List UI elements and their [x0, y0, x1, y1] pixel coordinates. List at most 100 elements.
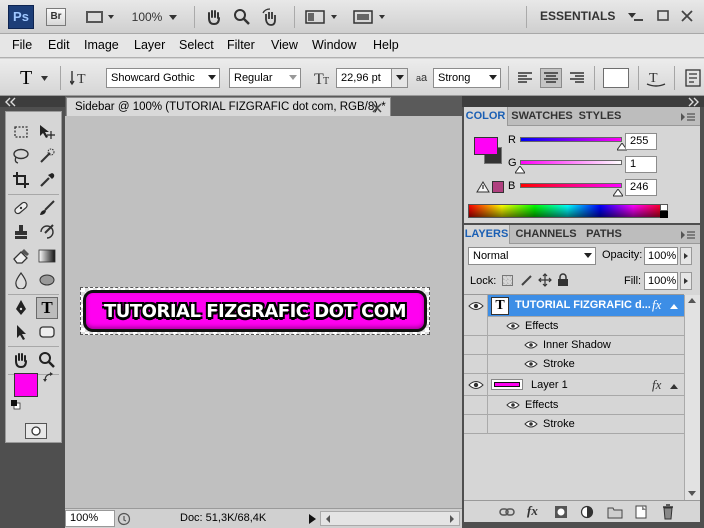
screen-mode-button[interactable] — [352, 7, 388, 27]
new-layer-icon[interactable] — [634, 505, 648, 519]
status-info-icon[interactable] — [117, 512, 131, 526]
eye-icon[interactable] — [524, 340, 538, 350]
pen-tool[interactable] — [10, 298, 32, 318]
clone-stamp-tool[interactable] — [10, 222, 32, 242]
text-color-swatch[interactable] — [603, 68, 629, 88]
lock-image-pixels-icon[interactable] — [520, 274, 533, 287]
marquee-tool[interactable] — [10, 122, 32, 142]
bridge-launch-button[interactable]: Br — [46, 8, 66, 26]
layer-row-layer-1[interactable]: Layer 1 fx — [464, 374, 684, 396]
gamut-color-swatch[interactable] — [492, 181, 504, 193]
default-colors-icon[interactable] — [11, 400, 21, 410]
minimize-button[interactable] — [632, 9, 646, 26]
red-slider[interactable] — [520, 137, 622, 142]
character-panel-button[interactable] — [684, 68, 702, 91]
add-layer-style-icon[interactable]: fx — [527, 503, 538, 519]
color-spectrum-bar[interactable] — [468, 204, 667, 218]
collapse-toolbar-icon[interactable] — [4, 97, 18, 107]
fill-field[interactable]: 100% — [644, 272, 678, 290]
document-canvas[interactable]: TUTORIAL FIZGRAFIC DOT COM — [65, 116, 462, 508]
tab-channels[interactable]: CHANNELS — [512, 225, 580, 244]
zoom-tool-button[interactable] — [231, 7, 253, 27]
visibility-toggle[interactable] — [464, 295, 488, 317]
blur-tool[interactable] — [10, 270, 32, 290]
document-tab[interactable]: Sidebar @ 100% (TUTORIAL FIZGRAFIC dot c… — [66, 97, 391, 116]
menu-window[interactable]: Window — [312, 38, 356, 52]
opacity-slider-button[interactable] — [680, 247, 692, 265]
panel-menu-icon[interactable] — [680, 112, 696, 122]
maximize-button[interactable] — [656, 9, 670, 26]
link-layers-icon[interactable] — [499, 506, 515, 518]
green-slider-thumb[interactable] — [515, 166, 526, 174]
dodge-tool[interactable] — [36, 270, 58, 290]
arrange-documents-button[interactable] — [304, 7, 340, 27]
lock-transparent-pixels-button[interactable] — [502, 275, 513, 286]
visibility-toggle[interactable] — [464, 374, 488, 396]
out-of-gamut-warning-icon[interactable] — [476, 181, 490, 193]
type-tool[interactable]: T — [36, 297, 58, 319]
adjustment-layer-icon[interactable] — [580, 505, 594, 519]
move-tool[interactable] — [36, 122, 58, 142]
tab-color[interactable]: COLOR — [464, 107, 508, 126]
scroll-up-icon[interactable] — [685, 295, 699, 307]
font-style-select[interactable]: Regular — [229, 68, 301, 88]
crop-tool[interactable] — [10, 170, 32, 190]
warp-text-button[interactable]: T — [645, 68, 667, 91]
tab-styles[interactable]: STYLES — [576, 107, 624, 126]
hand-tool-button[interactable] — [203, 7, 225, 27]
eye-icon[interactable] — [524, 419, 538, 429]
menu-edit[interactable]: Edit — [48, 38, 70, 52]
view-extras-button[interactable] — [82, 7, 118, 27]
menu-image[interactable]: Image — [84, 38, 119, 52]
anti-alias-select[interactable]: Strong — [433, 68, 501, 88]
shape-tool[interactable] — [36, 322, 58, 342]
blend-mode-select[interactable]: Normal — [468, 247, 596, 265]
scroll-right-icon[interactable] — [447, 513, 457, 525]
quick-selection-tool[interactable] — [36, 146, 58, 166]
align-left-button[interactable] — [514, 68, 536, 88]
zoom-tool[interactable] — [36, 350, 58, 370]
quick-mask-button[interactable] — [25, 423, 47, 439]
swap-colors-icon[interactable] — [43, 371, 55, 383]
close-tab-icon[interactable] — [372, 103, 382, 113]
black-swatch[interactable] — [660, 211, 668, 218]
close-window-button[interactable] — [680, 9, 694, 26]
gradient-tool[interactable] — [36, 246, 58, 266]
red-value-field[interactable]: 255 — [625, 133, 657, 150]
rotate-view-tool-button[interactable] — [259, 7, 283, 27]
collapse-effects-icon[interactable] — [669, 302, 679, 310]
add-mask-icon[interactable] — [554, 505, 568, 519]
layers-scrollbar[interactable] — [684, 295, 700, 501]
zoom-field[interactable]: 100% — [65, 510, 115, 527]
menu-filter[interactable]: Filter — [227, 38, 255, 52]
color-foreground-swatch[interactable] — [474, 137, 498, 155]
tab-layers[interactable]: LAYERS — [464, 225, 510, 244]
eye-icon[interactable] — [506, 321, 520, 331]
menu-view[interactable]: View — [271, 38, 298, 52]
effect-stroke-row[interactable]: Stroke — [464, 415, 684, 434]
effect-inner-shadow-row[interactable]: Inner Shadow — [464, 336, 684, 355]
tab-swatches[interactable]: SWATCHES — [510, 107, 574, 126]
status-menu-arrow-icon[interactable] — [307, 513, 317, 525]
brush-tool[interactable] — [36, 198, 58, 218]
eye-icon[interactable] — [506, 400, 520, 410]
layer-effects-fx-icon[interactable]: fx — [652, 377, 661, 393]
layer-row-text[interactable]: T TUTORIAL FIZGRAFIC d... fx — [464, 295, 684, 317]
scroll-left-icon[interactable] — [323, 513, 333, 525]
menu-help[interactable]: Help — [373, 38, 399, 52]
workspace-switcher[interactable]: ESSENTIALS — [540, 9, 639, 23]
effect-stroke-row[interactable]: Stroke — [464, 355, 684, 374]
effects-row[interactable]: Effects — [464, 317, 684, 336]
collapse-effects-icon[interactable] — [669, 382, 679, 390]
toggle-text-orientation-button[interactable]: T — [69, 69, 92, 90]
horizontal-scrollbar[interactable] — [320, 511, 460, 526]
blue-slider[interactable] — [520, 183, 622, 188]
lock-position-icon[interactable] — [538, 273, 552, 287]
healing-brush-tool[interactable] — [10, 198, 32, 218]
effects-row[interactable]: Effects — [464, 396, 684, 415]
green-slider[interactable] — [520, 160, 622, 165]
menu-select[interactable]: Select — [179, 38, 214, 52]
menu-layer[interactable]: Layer — [134, 38, 165, 52]
lock-all-icon[interactable] — [557, 273, 569, 287]
tab-paths[interactable]: PATHS — [582, 225, 626, 244]
